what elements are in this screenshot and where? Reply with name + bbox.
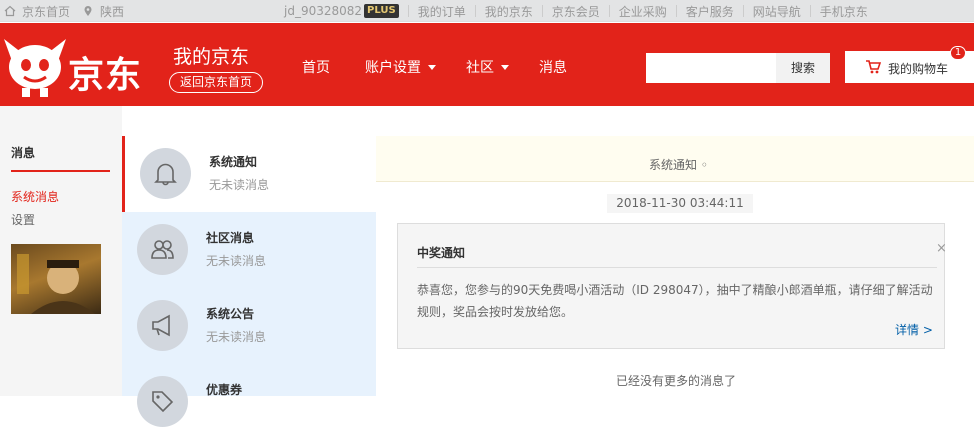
nav-account-settings[interactable]: 账户设置 <box>365 57 436 77</box>
category-system-notice[interactable]: 系统通知 无未读消息 <box>122 136 376 212</box>
sidebar-title: 消息 <box>11 146 36 160</box>
divider <box>742 5 744 17</box>
chevron-down-icon <box>501 64 509 70</box>
page-title: 我的京东 <box>173 46 250 68</box>
message-card: 中奖通知 × 恭喜您，您参与的90天免费喝小酒活动（ID 298047），抽中了… <box>397 223 947 349</box>
close-icon[interactable]: × <box>936 241 947 256</box>
nav-community-label: 社区 <box>466 60 494 76</box>
nav-community[interactable]: 社区 <box>466 57 509 77</box>
divider <box>474 5 476 17</box>
location-pin-icon <box>82 5 94 17</box>
my-orders-link[interactable]: 我的订单 <box>418 3 466 20</box>
nav-messages[interactable]: 消息 <box>539 57 567 77</box>
nav-messages-label: 消息 <box>539 60 567 76</box>
users-icon <box>151 240 174 259</box>
tag-icon <box>152 391 174 413</box>
megaphone-icon <box>152 314 170 337</box>
category-title: 系统通知 <box>209 155 258 169</box>
home-link[interactable]: 京东首页 <box>22 3 70 20</box>
top-bar-left: 京东首页 陕西 <box>4 0 124 22</box>
category-title: 优惠券 <box>206 383 243 397</box>
divider <box>608 5 610 17</box>
message-panel: 系统通知 ◦ 2018-11-30 03:44:11 中奖通知 × 恭喜您，您参… <box>376 136 974 396</box>
message-body: 恭喜您，您参与的90天免费喝小酒活动（ID 298047），抽中了精酿小郎酒单瓶… <box>417 283 933 319</box>
category-status: 无未读消息 <box>209 178 270 192</box>
home-icon <box>4 5 16 17</box>
nav-home[interactable]: 首页 <box>302 57 330 77</box>
category-community[interactable]: 社区消息 无未读消息 <box>122 212 376 288</box>
category-icon-circle <box>140 148 191 199</box>
sidebar-item-system-messages[interactable]: 系统消息 <box>11 188 59 205</box>
search-button[interactable]: 搜索 <box>776 53 830 83</box>
mobile-jd-link[interactable]: 手机京东 <box>820 3 868 20</box>
circle-mark-icon: ◦ <box>700 158 708 172</box>
location-selector[interactable]: 陕西 <box>100 3 124 20</box>
customer-service-link[interactable]: 客户服务 <box>686 3 734 20</box>
category-icon-circle <box>137 300 188 351</box>
cart-label: 我的购物车 <box>888 62 949 76</box>
category-coupon[interactable]: 优惠券 <box>122 364 376 440</box>
main-nav: 首页 账户设置 社区 消息 <box>302 57 567 77</box>
no-more-messages: 已经没有更多的消息了 <box>616 374 737 388</box>
bell-icon <box>154 163 177 186</box>
nav-account-label: 账户设置 <box>365 60 421 76</box>
enterprise-link[interactable]: 企业采购 <box>619 3 667 20</box>
top-bar-right: jd_90328082 PLUS 我的订单 我的京东 京东会员 企业采购 客户服… <box>284 0 868 22</box>
message-panel-title: 系统通知 ◦ <box>649 156 708 173</box>
divider <box>417 267 937 268</box>
details-link[interactable]: 详情 > <box>895 321 933 338</box>
panel-title-text: 系统通知 <box>649 158 698 172</box>
message-timestamp: 2018-11-30 03:44:11 <box>607 194 753 213</box>
category-announcement[interactable]: 系统公告 无未读消息 <box>122 288 376 364</box>
logo-text: 京东 <box>68 55 143 96</box>
category-status: 无未读消息 <box>206 254 267 268</box>
sidebar-title-underline <box>11 170 110 172</box>
jd-mascot-icon <box>4 39 66 97</box>
divider <box>809 5 811 17</box>
chevron-down-icon <box>428 64 436 70</box>
jd-logo[interactable]: 京东 <box>0 23 160 106</box>
sidebar-item-settings[interactable]: 设置 <box>11 211 35 228</box>
membership-link[interactable]: 京东会员 <box>552 3 600 20</box>
divider <box>407 5 409 17</box>
username-link[interactable]: jd_90328082 <box>284 4 362 18</box>
nav-home-label: 首页 <box>302 60 330 76</box>
message-panel-header: 系统通知 ◦ <box>376 136 974 182</box>
top-bar: 京东首页 陕西 jd_90328082 PLUS 我的订单 我的京东 京东会员 … <box>0 0 974 22</box>
category-icon-circle <box>137 224 188 275</box>
back-home-button[interactable]: 返回京东首页 <box>169 72 263 93</box>
sidebar: 消息 系统消息 设置 <box>0 106 122 396</box>
plus-badge[interactable]: PLUS <box>364 4 399 18</box>
message-category-list: 系统通知 无未读消息 社区消息 无未读消息 系统公告 无未读消息 优惠券 <box>122 136 376 427</box>
divider <box>675 5 677 17</box>
site-nav-link[interactable]: 网站导航 <box>753 3 801 20</box>
divider <box>541 5 543 17</box>
search-input[interactable] <box>646 53 776 83</box>
header: 京东 我的京东 返回京东首页 首页 账户设置 社区 消息 搜索 我的购物车 1 <box>0 23 974 106</box>
cart-icon <box>866 60 881 74</box>
category-title: 社区消息 <box>206 231 255 245</box>
sidebar-ad-image[interactable] <box>11 244 101 314</box>
my-jd-link[interactable]: 我的京东 <box>485 3 533 20</box>
category-status: 无未读消息 <box>206 330 267 344</box>
message-title: 中奖通知 <box>417 246 466 260</box>
cart-button[interactable]: 我的购物车 1 <box>845 46 974 83</box>
cart-count-badge: 1 <box>950 46 966 60</box>
category-title: 系统公告 <box>206 307 255 321</box>
category-icon-circle <box>137 376 188 427</box>
